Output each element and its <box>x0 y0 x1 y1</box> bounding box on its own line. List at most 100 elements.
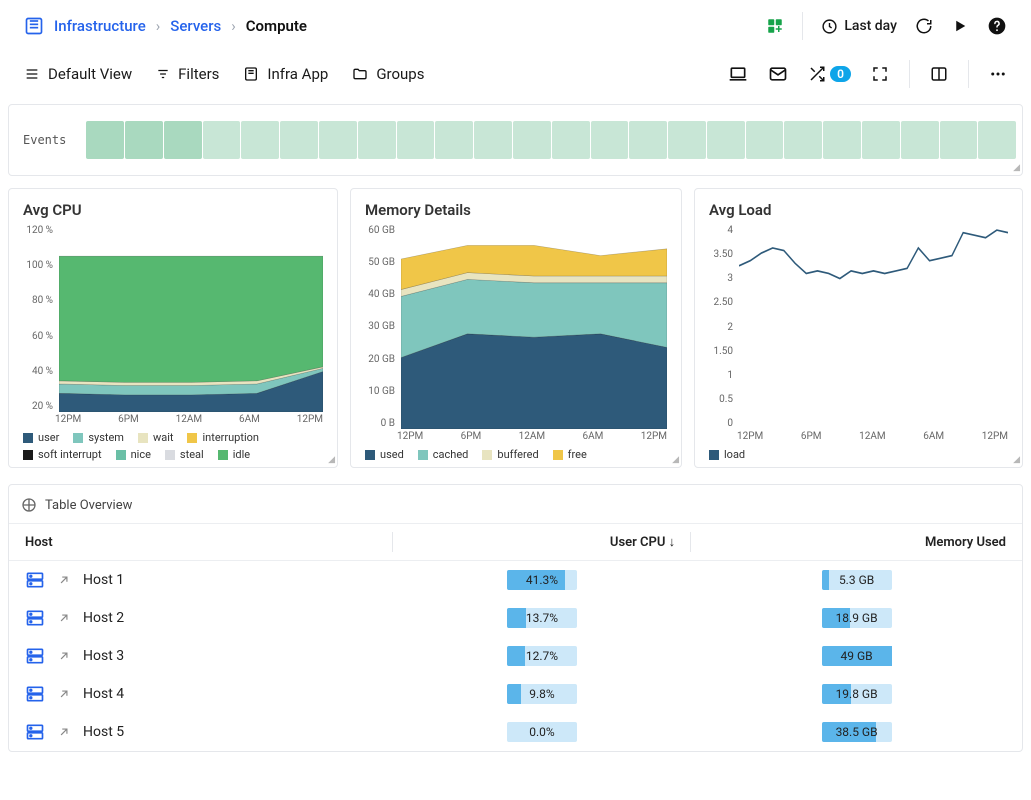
event-bucket[interactable] <box>668 121 706 159</box>
card-memory-details[interactable]: Memory Details 60 GB50 GB40 GB30 GB20 GB… <box>350 188 682 468</box>
legend-item[interactable]: user <box>23 431 59 444</box>
fullscreen-icon[interactable] <box>871 65 889 83</box>
x-tick: 12PM <box>641 431 667 442</box>
play-icon[interactable] <box>951 17 969 35</box>
card-avg-cpu[interactable]: Avg CPU 120 %100 %80 %60 %40 %20 % 12PM6… <box>8 188 338 468</box>
legend-item[interactable]: wait <box>138 431 174 444</box>
groups-label: Groups <box>376 65 424 83</box>
add-widget-icon[interactable] <box>766 17 784 35</box>
event-bucket[interactable] <box>784 121 822 159</box>
column-header[interactable]: Host <box>9 524 393 561</box>
event-bucket[interactable] <box>397 121 435 159</box>
legend-item[interactable]: nice <box>116 448 151 461</box>
table-title-label: Table Overview <box>45 498 132 513</box>
event-bucket[interactable] <box>125 121 163 159</box>
event-bucket[interactable] <box>319 121 357 159</box>
crumb-infrastructure[interactable]: Infrastructure <box>54 17 146 35</box>
x-tick: 6PM <box>801 431 822 442</box>
infra-app-label: Infra App <box>267 65 328 83</box>
bar-indicator: 12.7% <box>507 646 577 666</box>
event-bucket[interactable] <box>513 121 551 159</box>
event-bucket[interactable] <box>280 121 318 159</box>
event-bucket[interactable] <box>552 121 590 159</box>
event-bucket[interactable] <box>358 121 396 159</box>
event-bucket[interactable] <box>203 121 241 159</box>
legend-item[interactable]: soft interrupt <box>23 448 102 461</box>
laptop-icon[interactable] <box>728 64 748 84</box>
y-tick: 0.5 <box>709 394 733 405</box>
legend-item[interactable]: idle <box>218 448 250 461</box>
y-tick: 1 <box>709 370 733 381</box>
y-tick: 40 % <box>23 366 53 377</box>
open-link-icon[interactable] <box>57 573 71 587</box>
legend-item[interactable]: interruption <box>187 431 259 444</box>
legend-item[interactable]: buffered <box>482 448 538 461</box>
mail-icon[interactable] <box>768 64 788 84</box>
event-bucket[interactable] <box>629 121 667 159</box>
table-row[interactable]: Host 312.7%49 GB <box>9 637 1022 675</box>
event-bucket[interactable] <box>707 121 745 159</box>
event-bucket[interactable] <box>862 121 900 159</box>
server-icon <box>25 646 45 666</box>
event-bucket[interactable] <box>746 121 784 159</box>
filters-button[interactable]: Filters <box>156 65 219 83</box>
x-tick: 6PM <box>118 414 139 425</box>
panel-toggle-icon[interactable] <box>930 65 948 83</box>
events-label: Events <box>23 133 66 147</box>
column-header[interactable]: Memory Used <box>691 524 1022 561</box>
timerange-picker[interactable]: Last day <box>821 18 897 35</box>
event-bucket[interactable] <box>901 121 939 159</box>
events-timeline[interactable]: Events ◢ <box>8 104 1023 176</box>
table-row[interactable]: Host 50.0%38.5 GB <box>9 713 1022 751</box>
bar-indicator: 5.3 GB <box>822 570 892 590</box>
groups-button[interactable]: Groups <box>352 65 424 83</box>
card-avg-load[interactable]: Avg Load 43.5032.5021.5010.50 12PM6PM12A… <box>694 188 1023 468</box>
open-link-icon[interactable] <box>57 725 71 739</box>
event-bucket[interactable] <box>474 121 512 159</box>
y-tick: 60 % <box>23 331 53 342</box>
open-link-icon[interactable] <box>57 649 71 663</box>
more-icon[interactable] <box>989 65 1007 83</box>
y-tick: 100 % <box>23 260 53 271</box>
event-bucket[interactable] <box>164 121 202 159</box>
event-bucket[interactable] <box>823 121 861 159</box>
table-row[interactable]: Host 213.7%18.9 GB <box>9 599 1022 637</box>
view-picker[interactable]: Default View <box>24 65 132 83</box>
table-row[interactable]: Host 49.8%19.8 GB <box>9 675 1022 713</box>
event-bucket[interactable] <box>435 121 473 159</box>
legend-item[interactable]: load <box>709 448 745 461</box>
crumb-servers[interactable]: Servers <box>170 17 221 35</box>
event-bucket[interactable] <box>978 121 1016 159</box>
shuffle-icon[interactable]: 0 <box>808 65 851 83</box>
x-tick: 6AM <box>582 431 603 442</box>
y-tick: 50 GB <box>365 257 395 268</box>
open-link-icon[interactable] <box>57 687 71 701</box>
host-name: Host 3 <box>83 648 124 664</box>
y-tick: 80 % <box>23 295 53 306</box>
legend-item[interactable]: used <box>365 448 404 461</box>
column-header[interactable]: User CPU ↓ <box>393 524 691 561</box>
bar-indicator: 18.9 GB <box>822 608 892 628</box>
event-bucket[interactable] <box>86 121 124 159</box>
y-tick: 20 GB <box>365 354 395 365</box>
x-tick: 12PM <box>982 431 1008 442</box>
event-bucket[interactable] <box>241 121 279 159</box>
host-name: Host 1 <box>83 572 124 588</box>
infra-app-button[interactable]: Infra App <box>243 65 328 83</box>
y-tick: 2 <box>709 322 733 333</box>
legend-item[interactable]: free <box>553 448 587 461</box>
table-row[interactable]: Host 141.3%5.3 GB <box>9 561 1022 600</box>
open-link-icon[interactable] <box>57 611 71 625</box>
y-tick: 40 GB <box>365 289 395 300</box>
refresh-icon[interactable] <box>915 17 933 35</box>
chevron-right-icon: › <box>231 17 236 35</box>
bar-indicator: 38.5 GB <box>822 722 892 742</box>
logo-icon[interactable] <box>24 16 44 36</box>
event-bucket[interactable] <box>591 121 629 159</box>
legend-item[interactable]: system <box>73 431 124 444</box>
legend-item[interactable]: steal <box>165 448 204 461</box>
event-bucket[interactable] <box>940 121 978 159</box>
y-tick: 0 B <box>365 418 395 429</box>
help-icon[interactable] <box>987 16 1007 36</box>
legend-item[interactable]: cached <box>418 448 469 461</box>
